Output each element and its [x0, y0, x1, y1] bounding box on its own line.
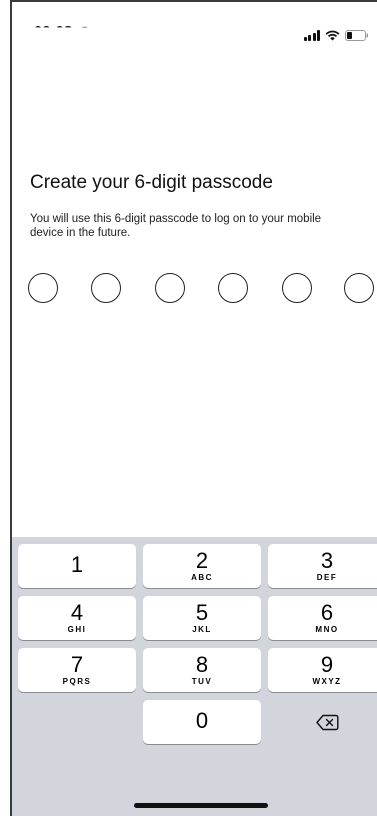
backspace-icon: [315, 714, 338, 730]
key-digit: 9: [320, 652, 334, 677]
passcode-dot-2: [91, 273, 121, 303]
key-letters: TUV: [191, 677, 213, 686]
key-4[interactable]: 4 GHI: [18, 596, 136, 640]
status-bar: 09:08 ↗: [12, 8, 377, 48]
delete-key[interactable]: [268, 700, 377, 744]
key-letters: MNO: [315, 625, 339, 634]
key-0[interactable]: 0: [143, 700, 261, 744]
key-9[interactable]: 9 WXYZ: [268, 648, 377, 692]
key-letters: WXYZ: [312, 677, 342, 686]
numeric-keypad: 1 2 ABC 3 DEF 4 GHI 5 JKL 6 MNO 7 PQRS 8: [12, 537, 377, 816]
screen: 09:08 ↗ Create your 6-digit passcode You…: [0, 0, 377, 816]
key-digit: 0: [195, 708, 209, 733]
passcode-dot-5: [282, 273, 312, 303]
passcode-dot-3: [155, 273, 185, 303]
key-digit: 4: [70, 600, 84, 625]
page-title: Create your 6-digit passcode: [30, 172, 273, 193]
key-letters: ABC: [191, 573, 213, 582]
key-digit: 3: [320, 548, 334, 573]
passcode-dots: [28, 273, 377, 307]
top-border: [10, 0, 377, 2]
page-subtitle: You will use this 6-digit passcode to lo…: [30, 213, 322, 239]
status-time: 09:08 ↗: [34, 23, 90, 40]
home-indicator[interactable]: [134, 803, 268, 808]
passcode-dot-6: [344, 273, 374, 303]
key-8[interactable]: 8 TUV: [143, 648, 261, 692]
key-2[interactable]: 2 ABC: [143, 544, 261, 588]
wifi-icon: [325, 30, 340, 41]
key-digit: 1: [70, 552, 84, 577]
key-digit: 5: [195, 600, 209, 625]
key-3[interactable]: 3 DEF: [268, 544, 377, 588]
passcode-dot-4: [218, 273, 248, 303]
key-digit: 6: [320, 600, 334, 625]
key-letters: JKL: [192, 625, 212, 634]
key-letters: DEF: [316, 573, 338, 582]
passcode-dot-1: [28, 273, 58, 303]
key-5[interactable]: 5 JKL: [143, 596, 261, 640]
key-letters: PQRS: [62, 677, 92, 686]
battery-icon: [345, 30, 369, 41]
key-digit: 7: [70, 652, 84, 677]
cellular-signal-icon: [303, 30, 320, 41]
key-digit: 2: [195, 548, 209, 573]
status-icons: [303, 30, 370, 41]
key-7[interactable]: 7 PQRS: [18, 648, 136, 692]
key-6[interactable]: 6 MNO: [268, 596, 377, 640]
key-1[interactable]: 1: [18, 544, 136, 588]
key-digit: 8: [195, 652, 209, 677]
key-letters: GHI: [67, 625, 87, 634]
